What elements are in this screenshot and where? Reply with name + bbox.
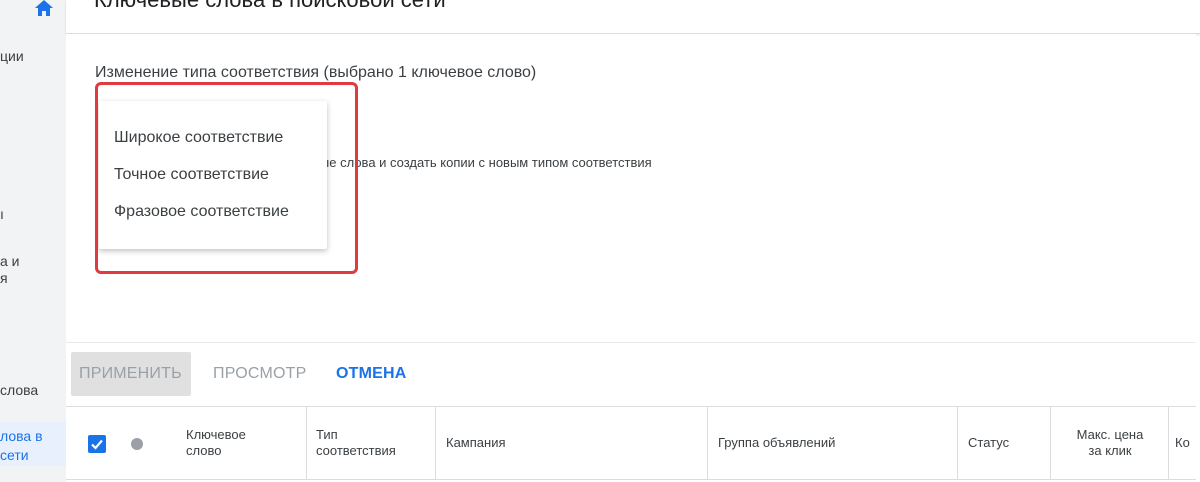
column-label: Группа объявлений <box>718 435 836 450</box>
panel-title: Изменение типа соответствия (выбрано 1 к… <box>95 64 537 81</box>
column-label: Тип соответствия <box>316 427 396 458</box>
page-header: Ключевые слова в поисковой сети <box>66 0 1200 34</box>
sidebar-item-audiences-line2[interactable]: я <box>0 270 8 287</box>
column-label: Статус <box>968 435 1010 450</box>
sidebar-item-keywords[interactable]: слова <box>0 382 38 399</box>
sidebar-item-partial[interactable]: ı <box>0 206 4 223</box>
page-title: Ключевые слова в поисковой сети <box>94 0 446 13</box>
sidebar-item-label: лова в <box>0 428 43 444</box>
sidebar-item-search-keywords[interactable]: лова в сети <box>0 422 66 466</box>
column-label: Кампания <box>446 435 506 450</box>
column-label: Ко <box>1175 435 1190 450</box>
apply-button[interactable]: ПРИМЕНИТЬ <box>71 352 191 396</box>
option-exact-match[interactable]: Точное соответствие <box>114 166 269 184</box>
column-header-max-cpc[interactable]: Макс. цена за клик <box>1050 407 1169 479</box>
home-icon[interactable] <box>33 0 55 18</box>
column-label: Ключевое слово <box>186 427 246 458</box>
status-dot-icon <box>131 438 143 450</box>
column-header-keyword[interactable]: Ключевое слово <box>186 407 296 479</box>
checkmark-icon <box>91 439 103 450</box>
column-header-match-type[interactable]: Тип соответствия <box>306 407 444 479</box>
copy-option-label[interactable]: вые слова и создать копии с новым типом … <box>313 155 652 170</box>
cancel-button[interactable]: ОТМЕНА <box>328 352 415 396</box>
sidebar-item-audiences[interactable]: а и <box>0 253 20 270</box>
sidebar: ции ı а и я слова лова в сети <box>0 0 66 482</box>
column-header-partial[interactable]: Ко <box>1168 407 1200 479</box>
option-phrase-match[interactable]: Фразовое соответствие <box>114 203 289 221</box>
column-header-campaign[interactable]: Кампания <box>435 407 708 479</box>
column-header-status[interactable]: Статус <box>957 407 1050 479</box>
sidebar-item-label-line2: сети <box>0 447 29 463</box>
keywords-table-header: Ключевое слово Тип соответствия Кампания… <box>66 406 1196 480</box>
sidebar-item-ads[interactable]: ции <box>0 48 24 65</box>
action-bar: ПРИМЕНИТЬ ПРОСМОТР ОТМЕНА <box>66 342 1196 407</box>
select-all-checkbox[interactable] <box>88 435 106 453</box>
option-broad-match[interactable]: Широкое соответствие <box>114 129 283 147</box>
match-type-dropdown: Широкое соответствие Точное соответствие… <box>99 101 327 249</box>
column-label: Макс. цена за клик <box>1076 427 1144 458</box>
column-header-ad-group[interactable]: Группа объявлений <box>707 407 958 479</box>
preview-button[interactable]: ПРОСМОТР <box>205 352 314 396</box>
